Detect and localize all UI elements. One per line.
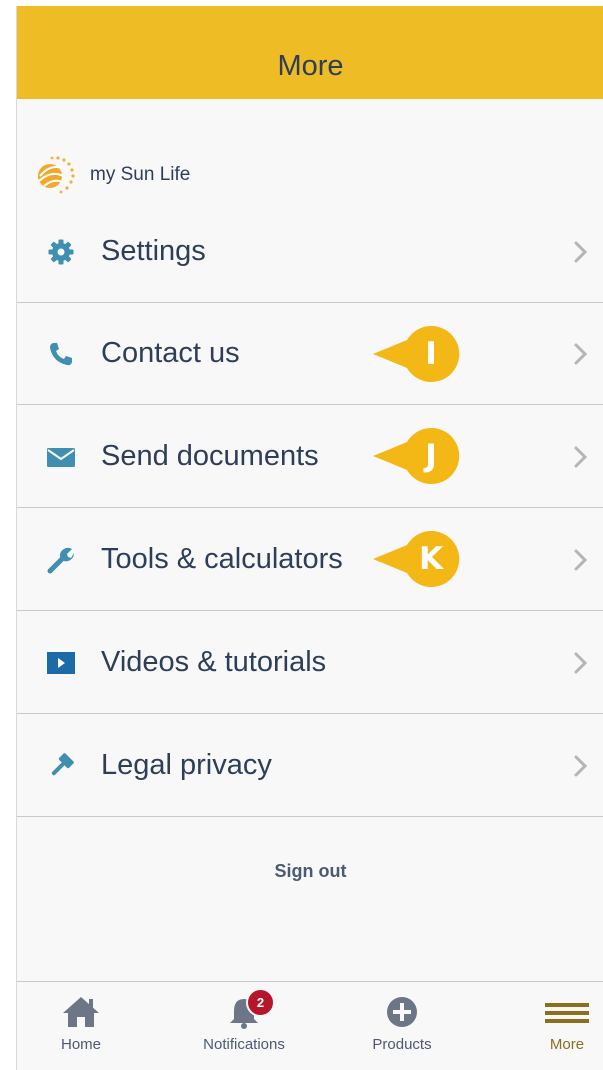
menu-item-legal-privacy[interactable]: Legal privacy xyxy=(17,715,603,817)
chevron-right-icon xyxy=(574,549,588,570)
menu-item-settings[interactable]: Settings xyxy=(17,201,603,303)
gavel-icon xyxy=(44,749,78,783)
callout-label: K xyxy=(418,541,444,577)
bell-icon: 2 xyxy=(226,988,275,1030)
plus-circle-icon xyxy=(385,994,419,1030)
menu-item-label: Legal privacy xyxy=(101,749,272,781)
menu-item-send-documents[interactable]: Send documents J xyxy=(17,406,603,508)
chevron-right-icon xyxy=(574,652,588,673)
menu-item-label: Settings xyxy=(101,235,206,267)
menu-icon xyxy=(545,994,589,1030)
chevron-right-icon xyxy=(574,241,588,262)
tab-home[interactable]: Home xyxy=(41,982,121,1070)
tab-more[interactable]: More xyxy=(537,982,597,1070)
tab-label: Products xyxy=(372,1036,432,1053)
menu-item-label: Tools & calculators xyxy=(101,543,343,575)
phone-icon xyxy=(44,337,78,371)
home-icon xyxy=(61,994,101,1030)
brand-row: my Sun Life xyxy=(34,154,190,196)
bottom-tab-bar: Home 2 Notifications Products More xyxy=(17,981,603,1070)
video-icon xyxy=(44,646,78,680)
tab-label: Notifications xyxy=(203,1036,285,1053)
page-title: More xyxy=(277,50,344,82)
callout-label: J xyxy=(425,438,437,474)
menu-item-contact-us[interactable]: Contact us I xyxy=(17,303,603,405)
tab-label: Home xyxy=(60,1036,101,1053)
menu-item-label: Contact us xyxy=(101,337,240,369)
gear-icon xyxy=(44,235,78,269)
sign-out-link[interactable]: Sign out xyxy=(17,861,603,882)
chevron-right-icon xyxy=(574,755,588,776)
menu-item-label: Send documents xyxy=(101,440,319,472)
sun-life-logo-icon xyxy=(38,156,75,194)
menu-item-videos-tutorials[interactable]: Videos & tutorials xyxy=(17,612,603,714)
tab-notifications[interactable]: 2 Notifications xyxy=(189,982,299,1070)
notification-badge: 2 xyxy=(246,988,275,1017)
top-bar: More xyxy=(17,6,603,99)
tab-products[interactable]: Products xyxy=(362,982,442,1070)
envelope-icon xyxy=(44,440,78,474)
tab-label: More xyxy=(549,1036,585,1053)
callout-label: I xyxy=(425,336,437,372)
menu-item-label: Videos & tutorials xyxy=(101,646,327,678)
menu-item-tools-calculators[interactable]: Tools & calculators K xyxy=(17,509,603,611)
app-screen: More my Sun Life Settings Contact us I S… xyxy=(16,6,603,1070)
chevron-right-icon xyxy=(574,446,588,467)
chevron-right-icon xyxy=(574,343,588,364)
brand-name: my Sun Life xyxy=(90,164,191,185)
wrench-icon xyxy=(44,543,78,577)
